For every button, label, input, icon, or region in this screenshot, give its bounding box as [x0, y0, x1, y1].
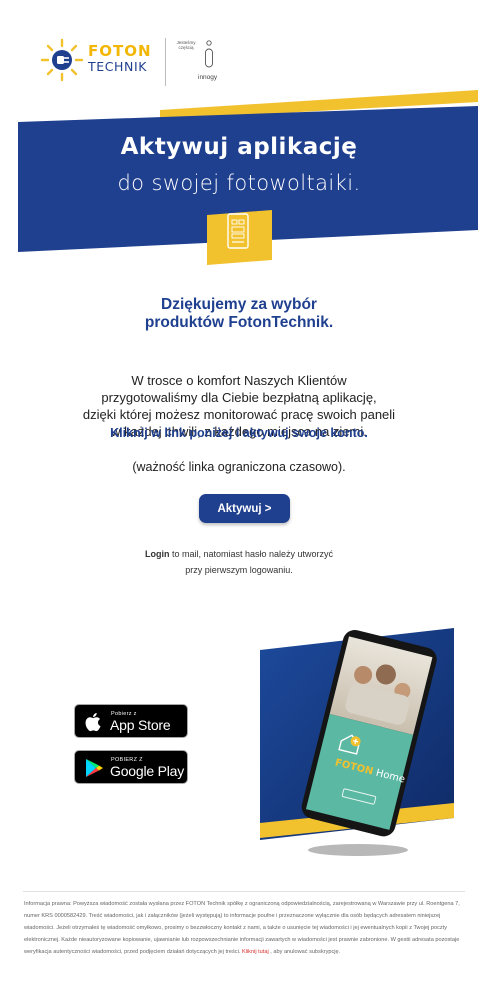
- legal-text: Informacja prawna: Powyższa wiadomość zo…: [24, 901, 460, 955]
- banner-subtitle: do swojej fotowoltaiki.: [117, 171, 361, 195]
- login-note-rest: to mail, natomiast hasło należy utworzyć: [169, 549, 334, 559]
- partner-label: Jesteśmy częścią: [172, 40, 200, 50]
- unsubscribe-link[interactable]: Kliknij tutaj: [242, 949, 269, 955]
- foton-sun-logo-icon: [40, 38, 84, 82]
- logo-foton-text: FOTON: [88, 42, 152, 60]
- app-promo-illustration: FOTON Home: [258, 628, 458, 858]
- link-validity-note: (ważność linka ograniczona czasowo).: [132, 460, 346, 474]
- login-note-line2: przy pierwszym logowaniu.: [185, 565, 293, 575]
- foton-technik-logo: FOTON TECHNIK: [88, 44, 152, 74]
- app-store-badge[interactable]: Pobierz z App Store: [74, 704, 188, 738]
- google-play-icon: [86, 759, 103, 777]
- login-note: Login to mail, natomiast hasło należy ut…: [0, 546, 478, 578]
- logo-divider: [165, 38, 166, 86]
- thank-you-heading: Dziękujemy za wybór produktów FotonTechn…: [0, 296, 478, 332]
- intro-line3: dzięki której możesz monitorować pracę s…: [82, 407, 396, 422]
- unsubscribe-suffix: , aby anulować subskrypcję.: [268, 949, 341, 955]
- apple-icon: [85, 713, 101, 732]
- intro-line2: przygotowaliśmy dla Ciebie bezpłatną apl…: [101, 390, 377, 405]
- intro-line1: W trosce o komfort Naszych Klientów: [131, 373, 347, 388]
- logo-technik-text: TECHNIK: [88, 59, 148, 74]
- login-note-bold: Login: [144, 549, 170, 559]
- partner-label-line2: częścią: [178, 45, 194, 50]
- login-note-line1: Login to mail, natomiast hasło należy ut…: [0, 546, 478, 562]
- hero-banner: [18, 90, 478, 265]
- email-header: FOTON TECHNIK Jesteśmy częścią innogy: [0, 0, 478, 100]
- google-play-big-text: Google Play: [110, 763, 185, 779]
- thank-you-line1: Dziękujemy za wybór: [161, 296, 317, 313]
- cta-instruction: Kliknij w link poniżej i aktywuj swoje k…: [110, 426, 368, 440]
- google-play-badge[interactable]: POBIERZ Z Google Play: [74, 750, 188, 784]
- activate-button[interactable]: Aktywuj >: [199, 494, 290, 523]
- banner-title: Aktywuj aplikację: [120, 134, 358, 160]
- innogy-logo-icon: [205, 40, 213, 68]
- footer-divider: [23, 891, 465, 892]
- app-store-big-text: App Store: [110, 717, 171, 733]
- thank-you-line2: produktów FotonTechnik.: [144, 314, 334, 331]
- legal-footer: Informacja prawna: Powyższa wiadomość zo…: [24, 898, 460, 958]
- innogy-logo-text: innogy: [198, 74, 218, 81]
